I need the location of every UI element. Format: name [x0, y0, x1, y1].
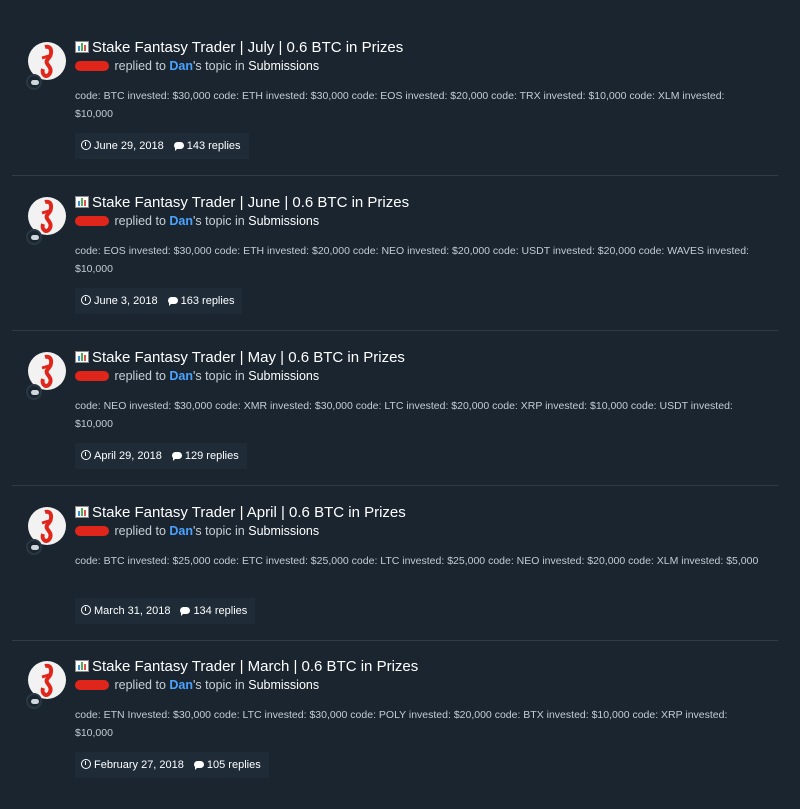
bar-chart-icon — [75, 506, 89, 518]
redacted-username — [75, 680, 109, 690]
bar-chart-icon — [75, 660, 89, 672]
action-text: replied to — [114, 524, 166, 538]
post-date[interactable]: March 31, 2018 — [94, 605, 170, 617]
activity-title-row: Stake Fantasy Trader | March | 0.6 BTC i… — [75, 658, 418, 676]
activity-meta: replied to Dan's topic in Submissions — [75, 214, 319, 228]
activity-meta: replied to Dan's topic in Submissions — [75, 678, 319, 692]
topic-owner-link[interactable]: Dan — [169, 369, 193, 383]
topic-title-link[interactable]: Stake Fantasy Trader | May | 0.6 BTC in … — [92, 349, 405, 366]
activity-meta: replied to Dan's topic in Submissions — [75, 524, 319, 538]
post-date[interactable]: June 3, 2018 — [94, 295, 158, 307]
comment-badge-icon — [26, 693, 42, 709]
reply-count: 105 replies — [206, 759, 261, 771]
redacted-username — [75, 526, 109, 536]
post-stats: April 29, 2018 129 replies — [75, 443, 247, 469]
clock-icon — [81, 450, 91, 460]
post-stats: March 31, 2018 134 replies — [75, 598, 256, 624]
clock-icon — [81, 605, 91, 615]
activity-meta: replied to Dan's topic in Submissions — [75, 59, 319, 73]
comment-badge-icon — [26, 539, 42, 555]
topic-owner-link[interactable]: Dan — [169, 59, 193, 73]
topic-title-link[interactable]: Stake Fantasy Trader | April | 0.6 BTC i… — [92, 504, 406, 521]
divider — [12, 330, 778, 331]
post-date[interactable]: June 29, 2018 — [94, 140, 164, 152]
possessive-text: 's topic in — [193, 214, 245, 228]
reply-count: 143 replies — [186, 140, 241, 152]
topic-title-link[interactable]: Stake Fantasy Trader | March | 0.6 BTC i… — [92, 658, 418, 675]
reply-count: 163 replies — [180, 295, 235, 307]
clock-icon — [81, 140, 91, 150]
bar-chart-icon — [75, 196, 89, 208]
comment-badge-icon — [26, 229, 42, 245]
activity-title-row: Stake Fantasy Trader | July | 0.6 BTC in… — [75, 39, 403, 57]
comment-icon — [173, 142, 184, 151]
topic-owner-link[interactable]: Dan — [169, 214, 193, 228]
post-stats: June 29, 2018 143 replies — [75, 133, 249, 159]
activity-item: Stake Fantasy Trader | June | 0.6 BTC in… — [12, 191, 778, 345]
redacted-username — [75, 216, 109, 226]
activity-item: Stake Fantasy Trader | May | 0.6 BTC in … — [12, 346, 778, 500]
comment-badge-icon — [26, 74, 42, 90]
topic-title-link[interactable]: Stake Fantasy Trader | June | 0.6 BTC in… — [92, 194, 409, 211]
activity-meta: replied to Dan's topic in Submissions — [75, 369, 319, 383]
divider — [12, 485, 778, 486]
divider — [12, 640, 778, 641]
reply-count: 129 replies — [184, 450, 239, 462]
activity-title-row: Stake Fantasy Trader | May | 0.6 BTC in … — [75, 349, 405, 367]
action-text: replied to — [114, 678, 166, 692]
forum-link[interactable]: Submissions — [248, 214, 319, 228]
activity-title-row: Stake Fantasy Trader | June | 0.6 BTC in… — [75, 194, 409, 212]
forum-link[interactable]: Submissions — [248, 369, 319, 383]
post-snippet: code: BTC invested: $30,000 code: ETH in… — [75, 90, 725, 120]
post-stats: June 3, 2018 163 replies — [75, 288, 243, 314]
topic-owner-link[interactable]: Dan — [169, 524, 193, 538]
redacted-username — [75, 61, 109, 71]
possessive-text: 's topic in — [193, 59, 245, 73]
reply-count: 134 replies — [193, 605, 248, 617]
comment-icon — [193, 761, 204, 770]
comment-badge-icon — [26, 384, 42, 400]
activity-item: Stake Fantasy Trader | April | 0.6 BTC i… — [12, 501, 778, 655]
comment-icon — [180, 607, 191, 616]
bar-chart-icon — [75, 351, 89, 363]
post-date[interactable]: April 29, 2018 — [94, 450, 162, 462]
post-snippet: code: EOS invested: $30,000 code: ETH in… — [75, 245, 749, 275]
activity-title-row: Stake Fantasy Trader | April | 0.6 BTC i… — [75, 504, 406, 522]
post-snippet: code: NEO invested: $30,000 code: XMR in… — [75, 400, 733, 430]
action-text: replied to — [114, 59, 166, 73]
post-snippet: code: BTC invested: $25,000 code: ETC in… — [75, 555, 759, 567]
divider — [12, 175, 778, 176]
comment-icon — [171, 452, 182, 461]
possessive-text: 's topic in — [193, 369, 245, 383]
action-text: replied to — [114, 214, 166, 228]
post-snippet: code: ETN Invested: $30,000 code: LTC in… — [75, 709, 728, 739]
possessive-text: 's topic in — [193, 678, 245, 692]
action-text: replied to — [114, 369, 166, 383]
clock-icon — [81, 295, 91, 305]
activity-item: Stake Fantasy Trader | July | 0.6 BTC in… — [12, 36, 778, 190]
post-date[interactable]: February 27, 2018 — [94, 759, 184, 771]
topic-owner-link[interactable]: Dan — [169, 678, 193, 692]
forum-link[interactable]: Submissions — [248, 524, 319, 538]
forum-link[interactable]: Submissions — [248, 678, 319, 692]
redacted-username — [75, 371, 109, 381]
possessive-text: 's topic in — [193, 524, 245, 538]
clock-icon — [81, 759, 91, 769]
post-stats: February 27, 2018 105 replies — [75, 752, 269, 778]
comment-icon — [167, 297, 178, 306]
topic-title-link[interactable]: Stake Fantasy Trader | July | 0.6 BTC in… — [92, 39, 403, 56]
activity-item: Stake Fantasy Trader | March | 0.6 BTC i… — [12, 655, 778, 809]
bar-chart-icon — [75, 41, 89, 53]
forum-link[interactable]: Submissions — [248, 59, 319, 73]
